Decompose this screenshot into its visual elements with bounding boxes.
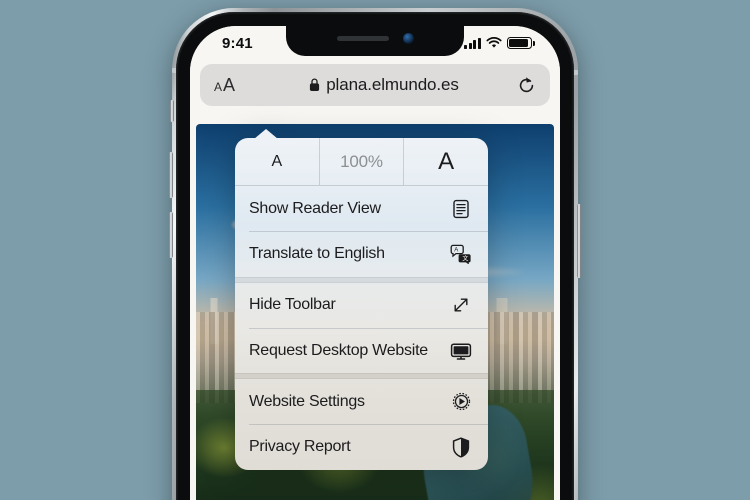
front-camera-icon xyxy=(402,33,414,44)
menu-item-label: Website Settings xyxy=(249,392,365,410)
volume-up-button[interactable] xyxy=(169,152,173,198)
zoom-control-row: A 100% A xyxy=(235,138,488,186)
page-settings-popup: A 100% A Show Reader View Translate to E… xyxy=(235,129,488,470)
status-indicators xyxy=(464,33,535,49)
cellular-signal-icon xyxy=(464,37,481,49)
notch xyxy=(286,26,464,56)
volume-down-button[interactable] xyxy=(169,212,173,258)
expand-arrows-icon xyxy=(450,294,472,316)
gear-icon xyxy=(450,391,472,413)
zoom-level-reset-button[interactable]: 100% xyxy=(320,138,404,185)
reload-icon xyxy=(519,76,534,92)
phone-device: 9:41 A A plana.elmundo.es A 100% A Show … xyxy=(169,8,581,500)
wifi-icon xyxy=(486,37,502,48)
zoom-decrease-label: A xyxy=(271,152,283,170)
menu-item-label: Request Desktop Website xyxy=(249,341,428,359)
zoom-increase-label: A xyxy=(438,147,455,175)
svg-text:文: 文 xyxy=(462,254,468,262)
phone-screen: 9:41 A A plana.elmundo.es A 100% A Show … xyxy=(190,26,560,500)
reader-view-icon xyxy=(450,198,472,220)
speaker-grille-icon xyxy=(336,36,389,41)
menu-item-website-settings[interactable]: Website Settings xyxy=(235,379,488,424)
phone-bezel: 9:41 A A plana.elmundo.es A 100% A Show … xyxy=(176,12,574,500)
status-time: 9:41 xyxy=(222,34,253,52)
zoom-decrease-button[interactable]: A xyxy=(235,138,320,185)
menu-item-translate-to-english[interactable]: Translate to English A 文 xyxy=(235,232,488,277)
menu-item-show-reader-view[interactable]: Show Reader View xyxy=(235,186,488,231)
lock-icon xyxy=(310,78,320,91)
menu-item-label: Privacy Report xyxy=(249,438,351,455)
aa-small-letter: A xyxy=(214,79,223,94)
text-size-aa-button[interactable]: A A xyxy=(214,75,254,96)
svg-text:A: A xyxy=(454,248,458,254)
menu-item-request-desktop-website[interactable]: Request Desktop Website xyxy=(235,328,488,373)
address-bar[interactable]: A A plana.elmundo.es xyxy=(200,64,550,106)
battery-icon xyxy=(507,37,535,49)
popup-body: A 100% A Show Reader View Translate to E… xyxy=(235,138,488,470)
popup-pointer-arrow xyxy=(254,129,278,139)
desktop-monitor-icon xyxy=(450,340,472,362)
url-text: plana.elmundo.es xyxy=(326,75,459,94)
mute-switch[interactable] xyxy=(170,100,174,122)
zoom-increase-button[interactable]: A xyxy=(403,138,488,185)
url-display[interactable]: plana.elmundo.es xyxy=(254,75,514,95)
menu-item-label: Translate to English xyxy=(249,245,385,262)
menu-item-label: Hide Toolbar xyxy=(249,296,336,313)
zoom-level-label: 100% xyxy=(340,151,383,171)
translate-icon: A 文 xyxy=(450,243,472,265)
menu-item-privacy-report[interactable]: Privacy Report xyxy=(235,425,488,470)
menu-item-hide-toolbar[interactable]: Hide Toolbar xyxy=(235,283,488,328)
privacy-shield-icon xyxy=(450,436,472,458)
menu-item-label: Show Reader View xyxy=(249,199,381,217)
reload-button[interactable] xyxy=(514,76,536,95)
aa-large-letter: A xyxy=(223,74,236,95)
side-power-button[interactable] xyxy=(577,204,581,278)
